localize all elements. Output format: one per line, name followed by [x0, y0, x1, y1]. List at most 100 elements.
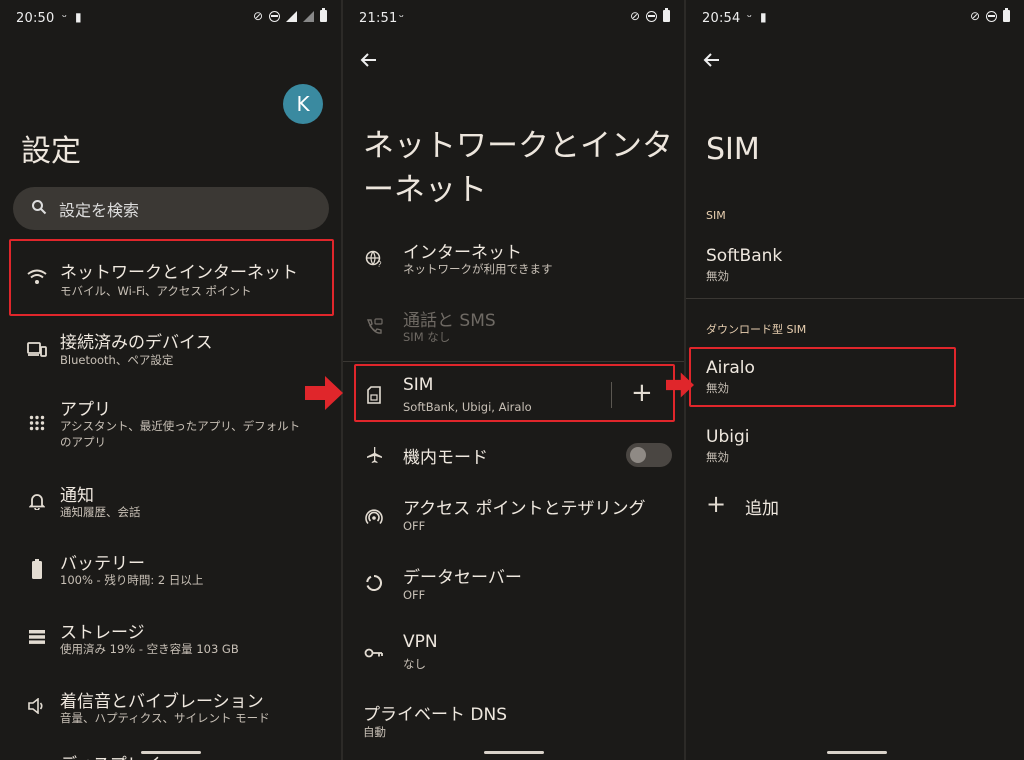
status-bar: 20:54 ᵕ ▮ ⊘ [686, 0, 1024, 36]
item-subtitle: アシスタント、最近使ったアプリ、デフォルト のアプリ [60, 419, 301, 449]
section-header-download-sim: ダウンロード型 SIM [706, 323, 807, 336]
add-label: 追加 [745, 499, 779, 519]
item-title: VPN [403, 632, 438, 652]
battery-status-icon [320, 8, 327, 22]
settings-item-storage[interactable]: ストレージ 使用済み 19% - 空き容量 103 GB [0, 612, 341, 672]
storage-icon [26, 626, 48, 648]
sim-panel: 20:54 ᵕ ▮ ⊘ SIM SIM SoftBank 無効 ダウンロード型 … [686, 0, 1024, 760]
globe-icon: ? [363, 248, 385, 270]
item-title: インターネット [403, 243, 522, 263]
status-bar: 21:51 ᵕ ⊘ [343, 0, 684, 36]
signal-icon [286, 10, 297, 22]
item-title: 機内モード [403, 448, 488, 468]
app-notification-icon: ▮ [74, 10, 82, 24]
item-title: データセーバー [403, 568, 522, 588]
item-subtitle: 音量、ハプティクス、サイレント モード [60, 711, 270, 725]
network-item-internet[interactable]: ? インターネット ネットワークが利用できます [343, 232, 684, 290]
settings-item-connected-devices[interactable]: 接続済みのデバイス Bluetooth、ペア設定 [0, 320, 341, 380]
section-divider [343, 361, 684, 362]
red-arrow-icon [305, 376, 343, 410]
section-divider [686, 298, 1024, 299]
battery-status-icon [1003, 8, 1010, 22]
svg-text:?: ? [377, 260, 382, 268]
dnd-icon [986, 10, 997, 22]
gesture-nav-bar[interactable] [141, 751, 201, 754]
highlight-box-airalo [689, 347, 956, 407]
airplane-icon [363, 444, 385, 466]
item-title: ストレージ [60, 623, 145, 643]
item-title: プライベート DNS [363, 705, 508, 725]
dnd-icon [646, 10, 657, 22]
item-subtitle: 通知履歴、会話 [60, 505, 141, 519]
cat-icon: ᵕ [62, 10, 67, 24]
page-title: ネットワークとインタ ーネット [363, 124, 673, 212]
sim-item-ubigi[interactable]: Ubigi 無効 [686, 421, 1024, 471]
search-bar[interactable]: 設定を検索 [13, 187, 329, 230]
item-subtitle: なし [403, 657, 426, 671]
hotspot-icon [363, 506, 385, 528]
plus-icon: + [706, 490, 727, 518]
settings-item-sound[interactable]: 着信音とバイブレーション 音量、ハプティクス、サイレント モード [0, 681, 341, 741]
status-bar: 20:50 ᵕ ▮ ⊘ [0, 0, 341, 36]
cat-icon: ᵕ [747, 10, 752, 24]
network-internet-panel: 21:51 ᵕ ⊘ ネットワークとインタ ーネット ? インターネット ネットワ… [343, 0, 684, 760]
vpn-key-icon [363, 642, 385, 664]
toggle-knob [630, 447, 646, 463]
call-sms-icon [363, 316, 385, 338]
network-item-vpn[interactable]: VPN なし [343, 626, 684, 684]
settings-item-apps[interactable]: アプリ アシスタント、最近使ったアプリ、デフォルト のアプリ [0, 388, 341, 458]
status-right-icons: ⊘ [970, 8, 1010, 23]
item-subtitle: 自動 [363, 725, 386, 739]
add-sim-item[interactable]: + 追加 [686, 488, 1024, 528]
avatar[interactable]: K [283, 84, 323, 124]
volume-icon [26, 695, 48, 717]
item-title: 接続済みのデバイス [60, 333, 213, 353]
settings-item-display[interactable]: ディスプレイ [0, 748, 341, 760]
sim-name: SoftBank [706, 246, 783, 266]
settings-item-battery[interactable]: バッテリー 100% - 残り時間: 2 日以上 [0, 543, 341, 603]
notification-icons: ᵕ ▮ [747, 10, 767, 24]
back-arrow-icon[interactable] [359, 50, 379, 70]
page-title-line2: ーネット [363, 172, 487, 208]
network-item-private-dns[interactable]: プライベート DNS 自動 [343, 694, 684, 752]
gesture-nav-bar[interactable] [484, 751, 544, 754]
dnd-icon [269, 10, 280, 22]
battery-icon [26, 558, 48, 580]
gesture-nav-bar[interactable] [827, 751, 887, 754]
item-title: 着信音とバイブレーション [60, 692, 264, 712]
sim-item-softbank[interactable]: SoftBank 無効 [686, 240, 1024, 290]
notification-icons: ᵕ [399, 10, 404, 24]
network-item-airplane[interactable]: 機内モード [343, 432, 684, 482]
status-right-icons: ⊘ [629, 8, 670, 23]
search-icon [31, 199, 47, 219]
item-title: バッテリー [60, 554, 145, 574]
devices-icon [26, 338, 48, 360]
status-time: 21:51 [359, 11, 398, 26]
item-title: アプリ [60, 400, 111, 420]
network-item-data-saver[interactable]: データセーバー OFF [343, 558, 684, 616]
page-title: SIM [706, 132, 760, 167]
network-item-calls-sms[interactable]: 通話と SMS SIM なし [343, 300, 684, 358]
settings-item-notifications[interactable]: 通知 通知履歴、会話 [0, 474, 341, 534]
status-right-icons: ⊘ [252, 8, 327, 23]
highlight-box-sim [354, 364, 675, 422]
network-item-hotspot[interactable]: アクセス ポイントとテザリング OFF [343, 490, 684, 548]
status-time: 20:54 [702, 11, 741, 26]
item-subtitle: ネットワークが利用できます [403, 262, 553, 276]
status-time: 20:50 [16, 11, 55, 26]
item-subtitle: OFF [403, 519, 426, 533]
sim-status: 無効 [706, 269, 729, 283]
apps-grid-icon [26, 412, 48, 434]
signal-2-icon [303, 10, 314, 22]
vibrate-off-icon: ⊘ [252, 9, 263, 23]
item-subtitle: 使用済み 19% - 空き容量 103 GB [60, 642, 239, 656]
item-subtitle: OFF [403, 588, 426, 602]
back-arrow-icon[interactable] [702, 50, 722, 70]
bell-icon [26, 490, 48, 512]
vibrate-off-icon: ⊘ [629, 9, 640, 23]
airplane-mode-toggle[interactable] [626, 443, 672, 467]
battery-status-icon [663, 8, 670, 22]
sim-name: Ubigi [706, 427, 750, 447]
cat-icon: ᵕ [399, 10, 404, 24]
search-placeholder: 設定を検索 [59, 200, 140, 220]
